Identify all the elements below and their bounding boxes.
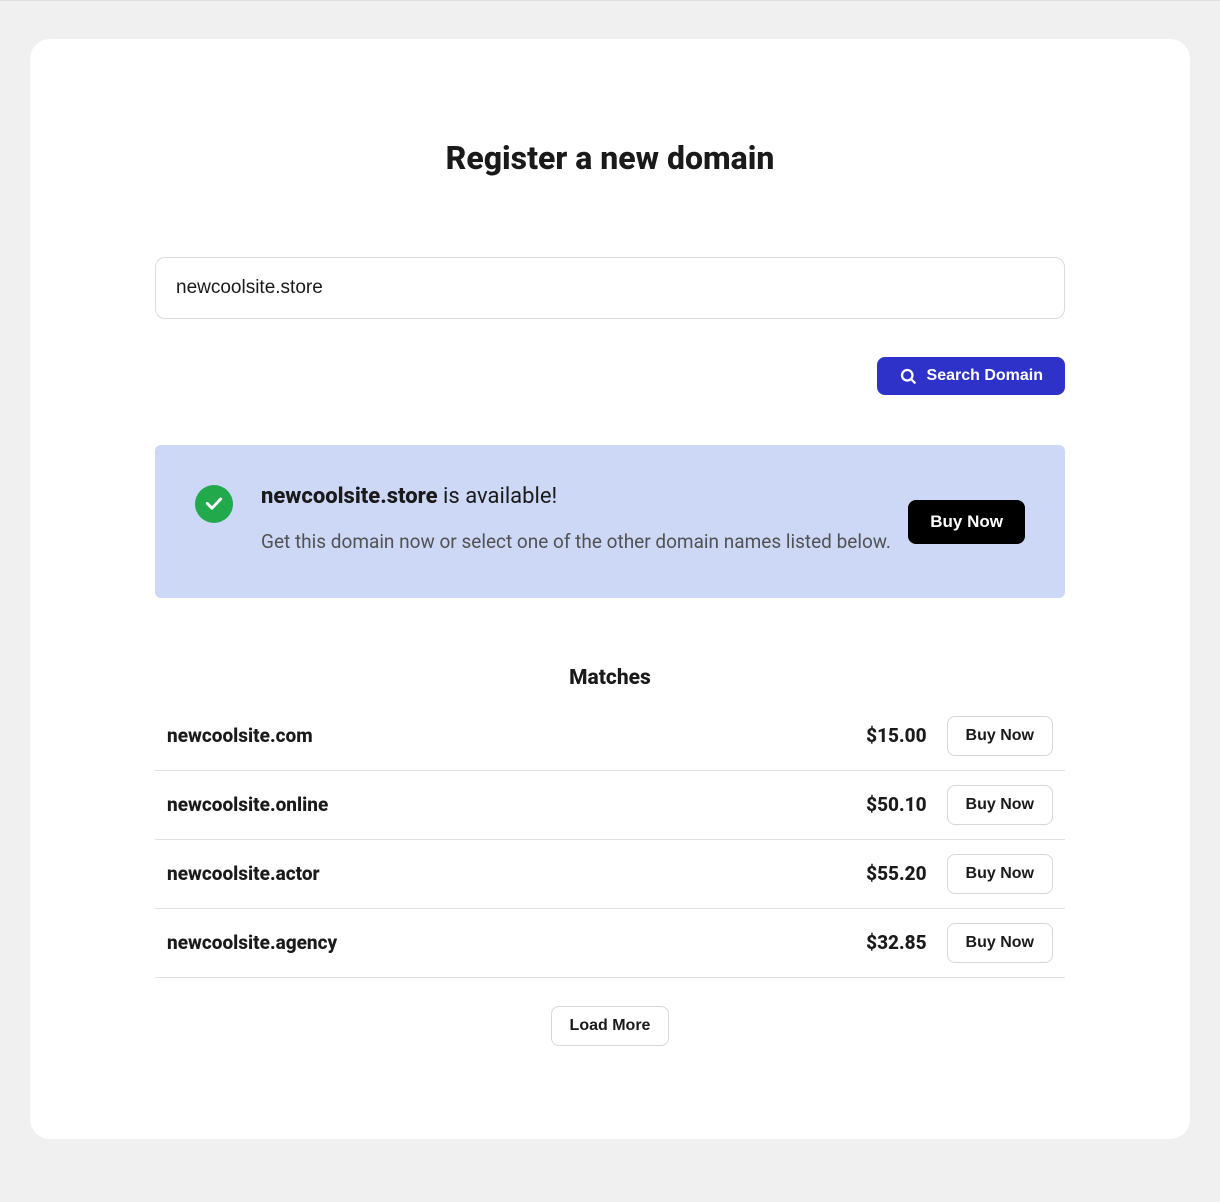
table-row: newcoolsite.online $50.10 Buy Now [155,771,1065,840]
match-price: $55.20 [866,862,926,885]
search-button-row: Search Domain [155,357,1065,395]
availability-suffix: is available! [438,484,558,509]
match-price: $50.10 [866,793,926,816]
domain-input[interactable] [155,257,1065,319]
buy-now-button[interactable]: Buy Now [947,785,1053,825]
matches-title: Matches [155,666,1065,690]
search-icon [899,367,917,385]
load-more-button[interactable]: Load More [551,1006,670,1046]
search-row: Search Domain [155,257,1065,395]
match-name: newcoolsite.agency [167,931,846,954]
buy-now-button[interactable]: Buy Now [947,854,1053,894]
match-name: newcoolsite.com [167,724,846,747]
check-circle-icon [195,485,233,523]
match-price: $15.00 [866,724,926,747]
load-more-row: Load More [155,1006,1065,1046]
buy-now-button[interactable]: Buy Now [947,716,1053,756]
table-row: newcoolsite.actor $55.20 Buy Now [155,840,1065,909]
search-domain-button[interactable]: Search Domain [877,357,1065,395]
availability-panel: newcoolsite.store is available! Get this… [155,445,1065,598]
availability-text: newcoolsite.store is available! Get this… [261,483,902,560]
page-title: Register a new domain [155,139,1065,177]
buy-now-button[interactable]: Buy Now [947,923,1053,963]
table-row: newcoolsite.agency $32.85 Buy Now [155,909,1065,978]
availability-subtext: Get this domain now or select one of the… [261,524,902,560]
buy-now-primary-button[interactable]: Buy Now [908,500,1025,544]
availability-title: newcoolsite.store is available! [261,483,902,512]
matches-section: Matches newcoolsite.com $15.00 Buy Now n… [155,666,1065,1046]
match-price: $32.85 [866,931,926,954]
availability-domain: newcoolsite.store [261,484,438,509]
table-row: newcoolsite.com $15.00 Buy Now [155,702,1065,771]
main-card: Register a new domain Search Domain [30,39,1190,1139]
search-button-label: Search Domain [927,367,1043,385]
match-name: newcoolsite.online [167,793,846,816]
match-name: newcoolsite.actor [167,862,846,885]
